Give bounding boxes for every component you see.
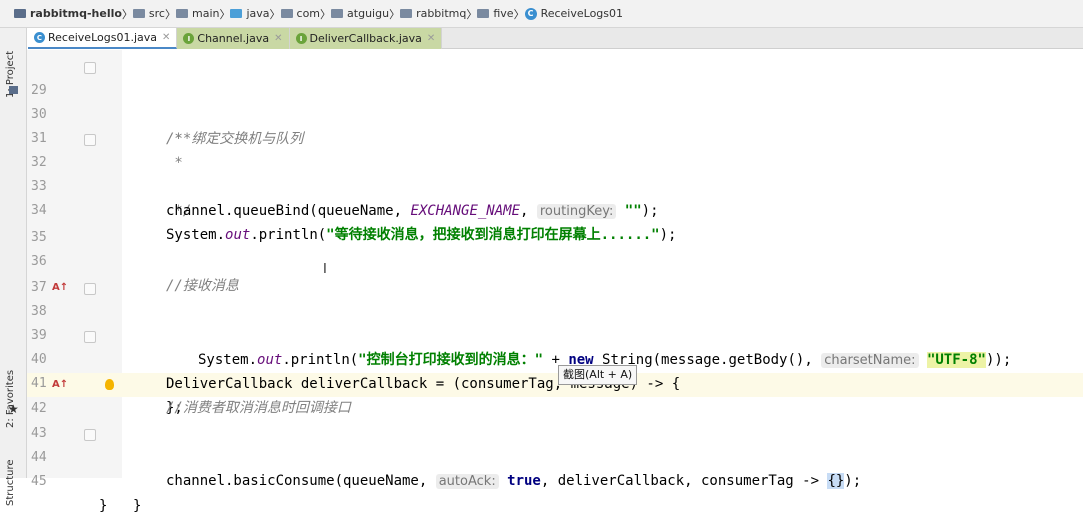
code-line: 34 System.out.println("等待接收消息，把接收到消息打印在屏… bbox=[31, 203, 677, 243]
lightbulb-icon[interactable] bbox=[105, 379, 114, 390]
code-line: 44 } bbox=[0, 422, 1083, 514]
breadcrumb-separator: 〉 bbox=[269, 7, 281, 21]
folder-icon bbox=[175, 9, 188, 18]
breadcrumb-project[interactable]: rabbitmq-hello bbox=[14, 7, 122, 20]
override-marker-icon[interactable]: A↑ bbox=[52, 373, 68, 397]
code-line: 35 bbox=[31, 230, 47, 245]
code-line: 39 System.out.println("控制台打印接收到的消息：" + n… bbox=[31, 328, 1012, 368]
tab-delivercallback[interactable]: I DeliverCallback.java ✕ bbox=[289, 28, 443, 49]
breadcrumb-separator: 〉 bbox=[466, 7, 478, 21]
parameter-hint: autoAck: bbox=[435, 474, 499, 489]
class-icon: C bbox=[34, 32, 45, 43]
override-marker-icon[interactable]: A↑ bbox=[52, 276, 68, 300]
code-line: 31 * bbox=[31, 131, 183, 171]
code-line: 33 channel.queueBind(queueName, EXCHANGE… bbox=[31, 179, 659, 219]
text-cursor-icon: I bbox=[323, 262, 327, 277]
breadcrumb-five[interactable]: five bbox=[477, 7, 514, 20]
fold-icon[interactable] bbox=[84, 429, 96, 441]
fold-icon[interactable] bbox=[84, 62, 96, 74]
code-line: 45 } bbox=[31, 474, 108, 514]
folder-icon bbox=[132, 9, 145, 18]
code-line: 43 bbox=[31, 426, 47, 441]
code-line: 40 }; bbox=[0, 324, 1083, 416]
breadcrumb-src[interactable]: src bbox=[132, 7, 165, 20]
breadcrumb-separator: 〉 bbox=[389, 7, 401, 21]
fold-icon[interactable] bbox=[84, 331, 96, 343]
code-line: 42 A↑ channel.basicConsume(queueName, au… bbox=[0, 373, 1083, 489]
project-folder-icon bbox=[14, 9, 26, 18]
code-line: 41 //消费者取消消息时回调接口 bbox=[31, 376, 351, 416]
package-icon bbox=[280, 9, 293, 18]
breadcrumb-receivelogs01[interactable]: C ReceiveLogs01 bbox=[524, 7, 623, 20]
tab-receivelogs01[interactable]: C ReceiveLogs01.java ✕ bbox=[28, 28, 178, 49]
code-line: 30 * 绑定交换机与队列 bbox=[31, 107, 304, 147]
breadcrumb-separator: 〉 bbox=[320, 7, 332, 21]
editor-tab-bar: C ReceiveLogs01.java ✕ I Channel.java ✕ I Del… bbox=[28, 28, 1083, 49]
breadcrumb-separator: 〉 bbox=[219, 7, 231, 21]
package-icon bbox=[400, 9, 413, 18]
screenshot-tooltip: 截图(Alt + A) bbox=[558, 365, 638, 385]
package-icon bbox=[477, 9, 490, 18]
package-icon bbox=[331, 9, 344, 18]
breadcrumb-java[interactable]: java bbox=[230, 7, 270, 20]
code-line: 38 A↑ DeliverCallback deliverCallback = … bbox=[0, 276, 1083, 392]
tab-channel[interactable]: I Channel.java ✕ bbox=[177, 28, 290, 49]
fold-icon[interactable] bbox=[84, 283, 96, 295]
interface-icon: I bbox=[295, 33, 307, 44]
interface-icon: I bbox=[183, 33, 195, 44]
code-line: 36 //接收消息 bbox=[31, 254, 239, 294]
breadcrumb-separator: 〉 bbox=[513, 7, 525, 21]
code-line: 29 /** bbox=[0, 55, 1083, 147]
breadcrumb-separator: 〉 bbox=[164, 7, 176, 21]
close-icon[interactable]: ✕ bbox=[274, 33, 282, 44]
breadcrumb-atguigu[interactable]: atguigu bbox=[331, 7, 389, 20]
close-icon[interactable]: ✕ bbox=[162, 32, 170, 43]
navigation-breadcrumb: rabbitmq-hello 〉 src 〉 main 〉 java 〉 com… bbox=[0, 0, 1083, 28]
class-icon: C bbox=[524, 7, 537, 20]
breadcrumb-separator: 〉 bbox=[121, 7, 133, 21]
breadcrumb-rabbitmq[interactable]: rabbitmq bbox=[400, 7, 466, 20]
source-folder-icon bbox=[230, 9, 243, 18]
close-icon[interactable]: ✕ bbox=[427, 33, 435, 44]
breadcrumb-main[interactable]: main bbox=[175, 7, 219, 20]
code-line: 32 */ bbox=[0, 127, 1083, 219]
code-line: 37 bbox=[31, 280, 47, 295]
fold-icon[interactable] bbox=[84, 134, 96, 146]
breadcrumb-com[interactable]: com bbox=[280, 7, 320, 20]
